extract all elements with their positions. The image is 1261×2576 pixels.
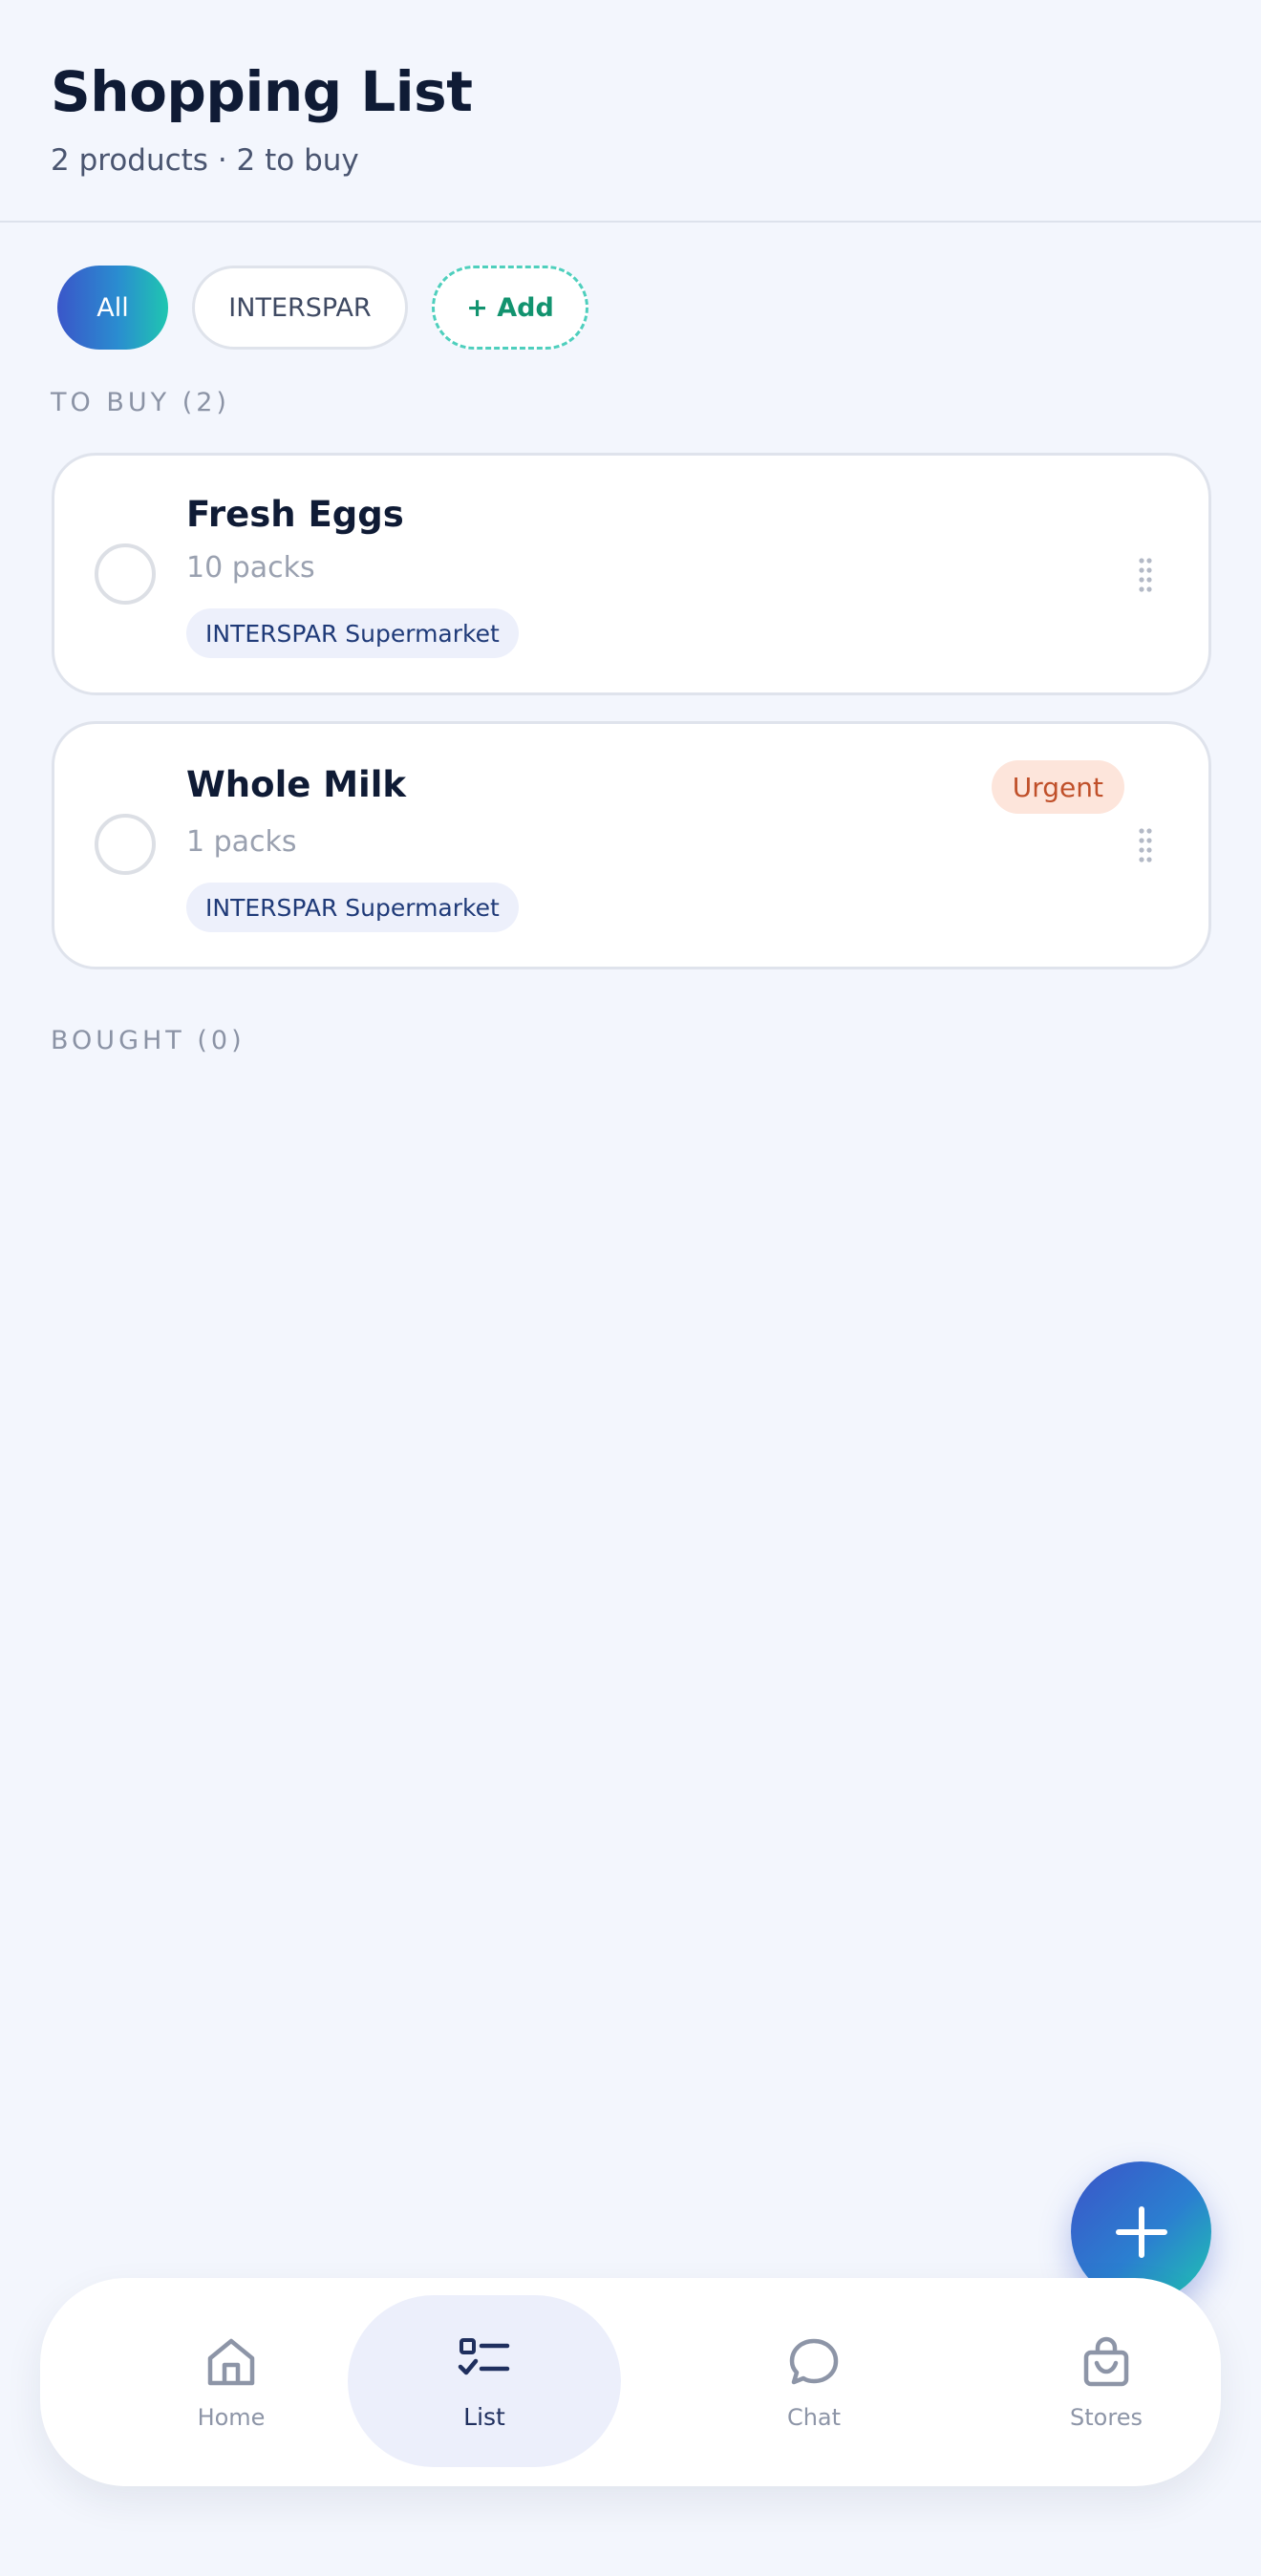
plus-icon	[1115, 2205, 1167, 2258]
chat-bubble-icon	[785, 2333, 843, 2391]
nav-chat-label: Chat	[786, 2404, 842, 2431]
item-name: Whole Milk	[186, 764, 407, 805]
nav-stores[interactable]: Stores	[992, 2278, 1221, 2486]
page-header: Shopping List 2 products · 2 to buy	[0, 0, 1261, 223]
bought-section-label: BOUGHT (0)	[51, 1026, 246, 1055]
item-quantity: 10 packs	[186, 551, 315, 585]
store-tag: INTERSPAR Supermarket	[186, 608, 519, 658]
nav-list[interactable]: List	[348, 2295, 621, 2467]
item-checkbox[interactable]	[95, 814, 156, 875]
nav-home[interactable]: Home	[117, 2278, 346, 2486]
item-checkbox[interactable]	[95, 543, 156, 605]
nav-home-label: Home	[197, 2404, 266, 2431]
drag-handle-icon[interactable]	[1138, 557, 1153, 595]
item-quantity: 1 packs	[186, 825, 297, 859]
to-buy-section-label: TO BUY (2)	[51, 388, 230, 417]
nav-list-label: List	[463, 2402, 505, 2431]
home-icon	[203, 2333, 260, 2391]
add-store-chip[interactable]: + Add	[432, 266, 588, 350]
store-tag: INTERSPAR Supermarket	[186, 883, 519, 932]
list-item[interactable]: Fresh Eggs 10 packs INTERSPAR Supermarke…	[52, 453, 1211, 695]
filter-chip-interspar[interactable]: INTERSPAR	[192, 266, 408, 350]
urgent-badge: Urgent	[991, 760, 1124, 814]
nav-stores-label: Stores	[1070, 2404, 1143, 2431]
item-name: Fresh Eggs	[186, 494, 404, 535]
page-title: Shopping List	[51, 59, 473, 124]
list-item[interactable]: Whole Milk 1 packs INTERSPAR Supermarket…	[52, 721, 1211, 969]
checklist-icon	[456, 2332, 513, 2390]
drag-handle-icon[interactable]	[1138, 827, 1153, 865]
filter-chip-all[interactable]: All	[57, 266, 168, 350]
nav-chat[interactable]: Chat	[699, 2278, 929, 2486]
bottom-navigation: Home List Chat Stores	[40, 2278, 1221, 2486]
page-subtitle: 2 products · 2 to buy	[51, 143, 359, 178]
shopping-bag-icon	[1078, 2333, 1135, 2391]
shopping-list-screen: Shopping List 2 products · 2 to buy All …	[0, 0, 1261, 2576]
